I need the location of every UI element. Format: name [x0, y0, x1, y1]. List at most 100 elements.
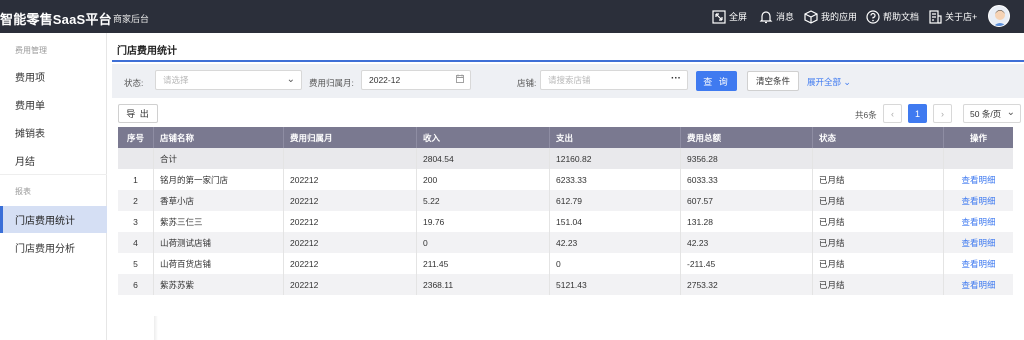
store-search-input[interactable]: 请搜索店铺 ··· [540, 70, 688, 90]
fullscreen-button[interactable]: 全屏 [712, 9, 747, 24]
table-row: 1 铭月的第一家门店 202212 200 6233.33 6033.33 已月… [118, 169, 1013, 190]
next-page-button[interactable]: › [933, 104, 952, 123]
row-store: 紫苏三仨三 [154, 211, 284, 232]
sidebar-group-reports: 报表 [15, 187, 31, 196]
summary-label: 合计 [154, 148, 284, 169]
summary-income: 2804.54 [417, 148, 550, 169]
column-header-month: 费用归属月 [284, 127, 417, 148]
sidebar-item-store-fee-stats[interactable]: 门店费用统计 [0, 206, 107, 233]
chevron-down-icon: ⌄ [1006, 107, 1015, 118]
row-no: 5 [118, 253, 154, 274]
brand-title: 智能零售SaaS平台 [0, 12, 112, 27]
page-title: 门店费用统计 [117, 46, 177, 57]
summary-expense: 12160.82 [550, 148, 681, 169]
sidebar-item-store-fee-analysis[interactable]: 门店费用分析 [0, 234, 107, 261]
more-icon[interactable]: ··· [671, 73, 681, 84]
row-store: 山荷百货店铺 [154, 253, 284, 274]
table-row: 2 香草小店 202212 5.22 612.79 607.57 已月结 查看明… [118, 190, 1013, 211]
about-button[interactable]: 关于店+ [928, 9, 977, 24]
row-total: 6033.33 [681, 169, 813, 190]
month-label: 费用归属月: [309, 78, 354, 88]
table-row: 6 紫苏苏紫 202212 2368.11 5121.43 2753.32 已月… [118, 274, 1013, 295]
page-button-current[interactable]: 1 [908, 104, 927, 123]
view-details-link[interactable]: 查看明细 [944, 169, 1013, 190]
column-header-no: 序号 [118, 127, 154, 148]
row-store: 香草小店 [154, 190, 284, 211]
row-month: 202212 [284, 190, 417, 211]
row-income: 0 [417, 232, 550, 253]
query-button[interactable]: 查 询 [696, 71, 737, 91]
row-status: 已月结 [813, 232, 944, 253]
row-month: 202212 [284, 169, 417, 190]
filter-bar: 状态: 请选择 ⌄ 费用归属月: 2022-12 店铺: 请搜索店铺 ··· 查… [112, 64, 1024, 98]
row-income: 200 [417, 169, 550, 190]
table-row: 5 山荷百货店铺 202212 211.45 0 -211.45 已月结 查看明… [118, 253, 1013, 274]
row-status: 已月结 [813, 253, 944, 274]
status-placeholder: 请选择 [163, 75, 189, 85]
row-expense: 6233.33 [550, 169, 681, 190]
page-size-select[interactable]: 50 条/页 ⌄ [963, 104, 1021, 123]
sidebar-item-amortization[interactable]: 摊销表 [0, 119, 107, 146]
row-expense: 0 [550, 253, 681, 274]
top-bar: 智能零售SaaS平台 商家后台 全屏 消息 我的应用 帮助文档 关于店+ [0, 0, 1024, 33]
main-content: 门店费用统计 状态: 请选择 ⌄ 费用归属月: 2022-12 店铺: 请搜索店… [107, 33, 1024, 340]
summary-total: 9356.28 [681, 148, 813, 169]
table-fixed-column-shadow [118, 316, 158, 340]
apps-icon [804, 9, 818, 24]
sidebar-item-month-close[interactable]: 月结 [0, 147, 107, 174]
view-details-link[interactable]: 查看明细 [944, 274, 1013, 295]
summary-action [944, 148, 1013, 169]
help-docs-button[interactable]: 帮助文档 [866, 9, 919, 24]
view-details-link[interactable]: 查看明细 [944, 232, 1013, 253]
view-details-link[interactable]: 查看明细 [944, 190, 1013, 211]
row-income: 5.22 [417, 190, 550, 211]
export-button[interactable]: 导 出 [118, 104, 158, 123]
view-details-link[interactable]: 查看明细 [944, 253, 1013, 274]
table-header-row: 序号 店铺名称 费用归属月 收入 支出 费用总额 状态 操作 [118, 127, 1013, 148]
help-docs-label: 帮助文档 [883, 12, 920, 22]
chevron-down-icon: ⌄ [843, 77, 851, 87]
row-month: 202212 [284, 253, 417, 274]
row-store: 山荷测试店铺 [154, 232, 284, 253]
view-details-link[interactable]: 查看明细 [944, 211, 1013, 232]
row-no: 2 [118, 190, 154, 211]
about-icon [929, 9, 942, 24]
my-apps-label: 我的应用 [821, 12, 858, 22]
column-header-income: 收入 [417, 127, 550, 148]
row-status: 已月结 [813, 211, 944, 232]
column-header-store: 店铺名称 [154, 127, 284, 148]
prev-page-button[interactable]: ‹ [883, 104, 902, 123]
expand-all-link[interactable]: 展开全部 ⌄ [807, 76, 851, 88]
fullscreen-icon [712, 9, 726, 24]
my-apps-button[interactable]: 我的应用 [804, 9, 857, 24]
row-status: 已月结 [813, 169, 944, 190]
row-month: 202212 [284, 211, 417, 232]
row-total: 607.57 [681, 190, 813, 211]
sidebar-item-fee-items[interactable]: 费用项 [0, 63, 107, 90]
title-underline [112, 60, 1024, 62]
clear-filters-button[interactable]: 清空条件 [747, 71, 799, 91]
chevron-left-icon: ‹ [891, 108, 894, 119]
store-placeholder: 请搜索店铺 [548, 75, 591, 85]
page-size-value: 50 条/页 [970, 108, 1002, 119]
fullscreen-label: 全屏 [729, 12, 748, 22]
row-no: 3 [118, 211, 154, 232]
row-expense: 612.79 [550, 190, 681, 211]
sidebar: 费用管理 费用项 费用单 摊销表 月结 报表 门店费用统计 门店费用分析 [0, 33, 107, 340]
chevron-down-icon: ⌄ [286, 74, 295, 85]
chevron-right-icon: › [941, 108, 944, 119]
bell-icon [759, 10, 773, 23]
month-picker[interactable]: 2022-12 [361, 70, 471, 90]
table-row: 3 紫苏三仨三 202212 19.76 151.04 131.28 已月结 查… [118, 211, 1013, 232]
messages-button[interactable]: 消息 [759, 9, 794, 24]
header-subtitle: 商家后台 [113, 14, 150, 24]
row-no: 6 [118, 274, 154, 295]
avatar[interactable] [988, 5, 1010, 27]
row-total: 2753.32 [681, 274, 813, 295]
row-expense: 42.23 [550, 232, 681, 253]
sidebar-item-fee-orders[interactable]: 费用单 [0, 91, 107, 118]
status-select[interactable]: 请选择 ⌄ [155, 70, 302, 90]
row-total: 131.28 [681, 211, 813, 232]
about-label: 关于店+ [945, 12, 978, 22]
status-label: 状态: [124, 78, 144, 88]
